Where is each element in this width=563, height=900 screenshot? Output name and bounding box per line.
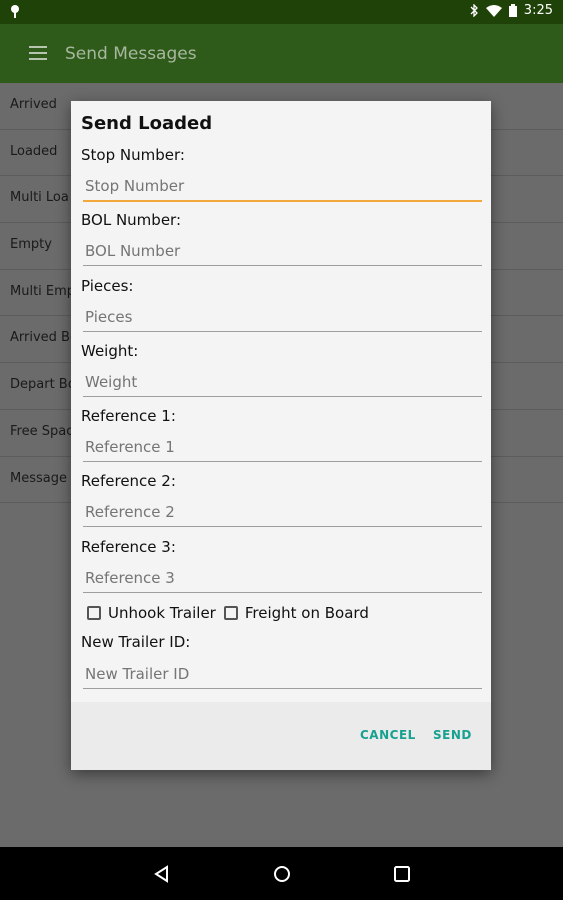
recents-icon[interactable] (392, 864, 412, 884)
bol-number-input[interactable] (83, 237, 482, 266)
reference-2-label: Reference 2: (81, 472, 176, 490)
status-bar: 3:25 (0, 0, 563, 24)
send-button[interactable]: SEND (433, 728, 472, 742)
system-navigation-bar (0, 847, 563, 900)
cancel-button[interactable]: CANCEL (360, 728, 416, 742)
reference-1-label: Reference 1: (81, 407, 176, 425)
bol-number-label: BOL Number: (81, 211, 182, 229)
new-trailer-id-input[interactable] (83, 660, 482, 689)
new-trailer-id-label: New Trailer ID: (81, 633, 191, 651)
stop-number-label: Stop Number: (81, 146, 185, 164)
freight-on-board-checkbox[interactable] (223, 606, 238, 620)
reference-3-label: Reference 3: (81, 538, 176, 556)
stop-number-input[interactable] (83, 172, 482, 202)
dialog-title: Send Loaded (81, 113, 213, 134)
wifi-icon (485, 4, 502, 17)
unhook-trailer-checkbox[interactable] (87, 606, 101, 620)
reference-1-input[interactable] (83, 433, 482, 462)
trailer-options: Unhook Trailer Freight on Board (87, 604, 377, 622)
hamburger-menu-icon[interactable] (29, 46, 47, 60)
status-icons: 3:25 (469, 3, 553, 18)
clock: 3:25 (523, 3, 553, 18)
bluetooth-icon (470, 4, 478, 17)
reference-3-input[interactable] (83, 564, 482, 593)
weight-label: Weight: (81, 342, 139, 360)
dialog-actions: CANCEL SEND (71, 702, 491, 770)
app-toolbar: Send Messages (0, 24, 563, 83)
freight-on-board-label[interactable]: Freight on Board (245, 604, 369, 622)
weight-input[interactable] (83, 368, 482, 397)
send-loaded-dialog: Send Loaded Stop Number: BOL Number: Pie… (71, 101, 491, 770)
reference-2-input[interactable] (83, 498, 482, 527)
home-icon[interactable] (272, 864, 292, 884)
pieces-input[interactable] (83, 303, 482, 332)
location-icon (11, 5, 19, 18)
toolbar-title: Send Messages (65, 44, 197, 64)
back-icon[interactable] (152, 864, 172, 884)
battery-icon (508, 4, 517, 17)
pieces-label: Pieces: (81, 277, 134, 295)
unhook-trailer-label[interactable]: Unhook Trailer (108, 604, 216, 622)
